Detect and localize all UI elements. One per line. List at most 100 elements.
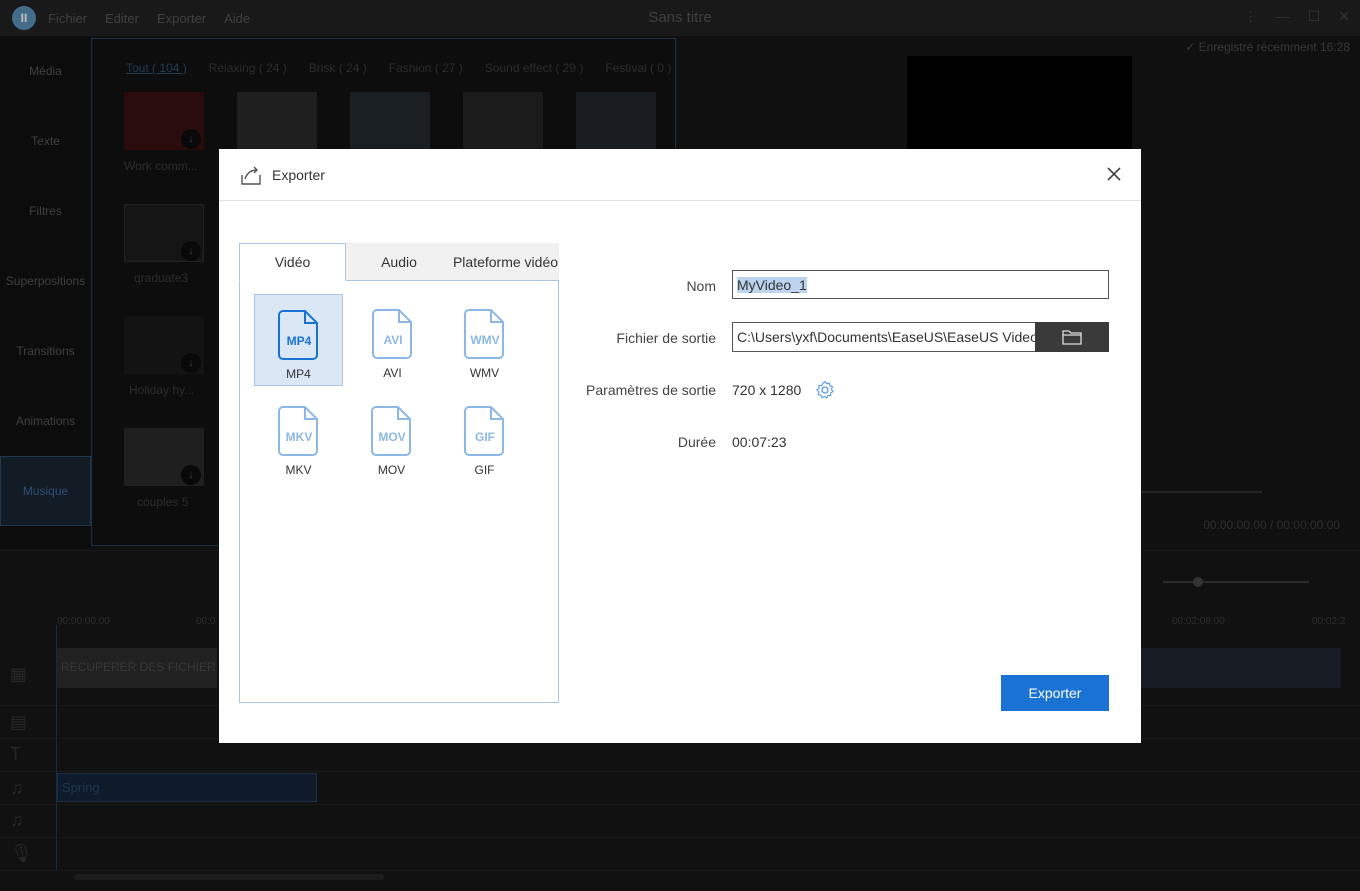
- settings-gear-icon[interactable]: [815, 380, 835, 400]
- mp4-file-icon: MP4: [277, 310, 318, 360]
- audio-clip[interactable]: Spring: [57, 773, 317, 802]
- format-icon-text: GIF: [475, 430, 495, 444]
- name-input[interactable]: MyVideo_1: [732, 270, 1109, 299]
- preview-time: 00:00:00.00 / 00:00:00.00: [1203, 518, 1340, 532]
- playhead[interactable]: [56, 625, 57, 870]
- text-icon: T: [10, 744, 21, 764]
- sidebar-item-animations[interactable]: Animations: [0, 386, 91, 456]
- duration-label: Durée: [677, 434, 716, 450]
- menu-fichier[interactable]: Fichier: [48, 11, 87, 26]
- sidebar-item-text[interactable]: Texte: [0, 106, 91, 176]
- ruler-tick-label: 00:02:2: [1312, 616, 1346, 627]
- tab-all[interactable]: Tout ( 104 ): [126, 61, 187, 75]
- video-clip[interactable]: [1141, 648, 1341, 688]
- resolution-value: 720 x 1280: [732, 382, 802, 398]
- video-editor-app: II Fichier Editer Exporter Aide Sans tit…: [0, 0, 1360, 891]
- output-file-label: Fichier de sortie: [616, 330, 716, 346]
- sidebar: Média Texte Filtres Superpositions Trans…: [0, 36, 91, 548]
- tab-fashion[interactable]: Fashion ( 27 ): [389, 61, 463, 75]
- format-icon-text: MKV: [285, 430, 312, 444]
- format-label: MOV: [377, 463, 406, 477]
- zoom-slider-track[interactable]: [1163, 581, 1309, 583]
- dialog-header: Exporter: [219, 149, 1141, 201]
- tab-festival[interactable]: Festival ( 0 ): [605, 61, 671, 75]
- sidebar-item-music[interactable]: Musique: [0, 456, 91, 526]
- voice-track: [0, 838, 1360, 871]
- library-category-tabs: Tout ( 104 ) Relaxing ( 24 ) Brisk ( 24 …: [92, 39, 675, 75]
- library-thumbnail[interactable]: [463, 92, 543, 150]
- export-button[interactable]: Exporter: [1001, 675, 1109, 711]
- library-thumbnail[interactable]: [237, 92, 317, 150]
- saved-status-text: Enregistré récemment 16:28: [1198, 40, 1350, 54]
- title-bar: II Fichier Editer Exporter Aide Sans tit…: [0, 0, 1360, 36]
- library-thumbnail[interactable]: [350, 92, 430, 150]
- name-label: Nom: [686, 278, 716, 294]
- sidebar-item-filters[interactable]: Filtres: [0, 176, 91, 246]
- format-icon-text: MP4: [286, 334, 311, 348]
- music-note-icon: ♫: [10, 810, 24, 830]
- menu-bar: Fichier Editer Exporter Aide: [48, 11, 250, 26]
- library-item-label: qraduate3: [134, 271, 189, 285]
- saved-status: ✓ Enregistré récemment 16:28: [1185, 40, 1350, 54]
- menu-aide[interactable]: Aide: [224, 11, 250, 26]
- export-icon: [241, 166, 261, 185]
- tab-video[interactable]: Vidéo: [239, 243, 346, 281]
- export-type-tabs: Vidéo Audio Plateforme vidéo: [239, 243, 559, 281]
- output-settings-label: Paramètres de sortie: [586, 382, 716, 398]
- format-label: GIF: [474, 463, 495, 477]
- format-panel: Vidéo Audio Plateforme vidéo MP4 MP4 AVI: [239, 243, 559, 703]
- zoom-slider-handle[interactable]: [1193, 577, 1203, 587]
- timeline-scrollbar[interactable]: [74, 874, 384, 880]
- menu-exporter[interactable]: Exporter: [157, 11, 206, 26]
- download-icon[interactable]: ↓: [181, 465, 201, 485]
- tab-sound-effect[interactable]: Sound effect ( 29 ): [485, 61, 584, 75]
- mkv-file-icon: MKV: [277, 406, 318, 456]
- film-icon: ▦: [10, 664, 28, 684]
- overlay-icon: ▤: [10, 712, 28, 732]
- format-label: WMV: [469, 366, 500, 380]
- format-label: AVI: [383, 366, 402, 380]
- ruler-tick-label: 00:02:08.00: [1172, 616, 1225, 627]
- export-dialog: Exporter Vidéo Audio Plateforme vidéo MP…: [219, 149, 1141, 743]
- download-icon[interactable]: ↓: [181, 353, 201, 373]
- download-icon[interactable]: ↓: [181, 129, 201, 149]
- format-mkv[interactable]: MKV MKV: [254, 391, 343, 483]
- library-thumbnail[interactable]: [576, 92, 656, 150]
- preview-seekbar[interactable]: [1140, 491, 1262, 493]
- sidebar-item-transitions[interactable]: Transitions: [0, 316, 91, 386]
- output-path-input[interactable]: C:\Users\yxf\Documents\EaseUS\EaseUS Vid…: [732, 322, 1036, 352]
- format-avi[interactable]: AVI AVI: [348, 294, 437, 386]
- folder-icon: [1062, 330, 1082, 345]
- wmv-file-icon: WMV: [463, 309, 504, 359]
- minimize-icon[interactable]: —: [1276, 8, 1290, 25]
- gif-file-icon: GIF: [463, 406, 504, 456]
- menu-editer[interactable]: Editer: [105, 11, 139, 26]
- format-mov[interactable]: MOV MOV: [347, 391, 436, 483]
- format-icon-text: WMV: [470, 333, 499, 347]
- avi-file-icon: AVI: [371, 309, 412, 359]
- tab-brisk[interactable]: Brisk ( 24 ): [309, 61, 367, 75]
- maximize-icon[interactable]: ☐: [1308, 8, 1321, 25]
- browse-folder-button[interactable]: [1035, 322, 1109, 352]
- name-input-value: MyVideo_1: [737, 277, 807, 293]
- tab-audio[interactable]: Audio: [346, 243, 452, 281]
- sidebar-item-media[interactable]: Média: [0, 36, 91, 106]
- mov-file-icon: MOV: [370, 406, 411, 456]
- music-note-icon: ♫: [10, 778, 24, 798]
- text-track: [0, 739, 1360, 772]
- more-icon[interactable]: ⋮: [1244, 8, 1258, 25]
- ruler-tick-label: 00:0: [196, 616, 216, 627]
- video-clip[interactable]: RECUPERER DES FICHIERS S: [57, 648, 217, 688]
- sidebar-item-overlays[interactable]: Superpositions: [0, 246, 91, 316]
- close-window-icon[interactable]: ✕: [1338, 8, 1350, 25]
- window-controls: ⋮ — ☐ ✕: [1244, 8, 1350, 25]
- tab-video-platform[interactable]: Plateforme vidéo: [452, 243, 559, 281]
- download-icon[interactable]: ↓: [181, 241, 201, 261]
- dialog-title: Exporter: [272, 167, 325, 183]
- library-item-label: Work comm...: [124, 159, 198, 173]
- format-mp4[interactable]: MP4 MP4: [254, 294, 343, 386]
- tab-relaxing[interactable]: Relaxing ( 24 ): [209, 61, 287, 75]
- format-icon-text: MOV: [378, 430, 405, 444]
- ruler-tick-label: 00:00:00.00: [57, 616, 110, 627]
- close-icon[interactable]: [1103, 163, 1125, 185]
